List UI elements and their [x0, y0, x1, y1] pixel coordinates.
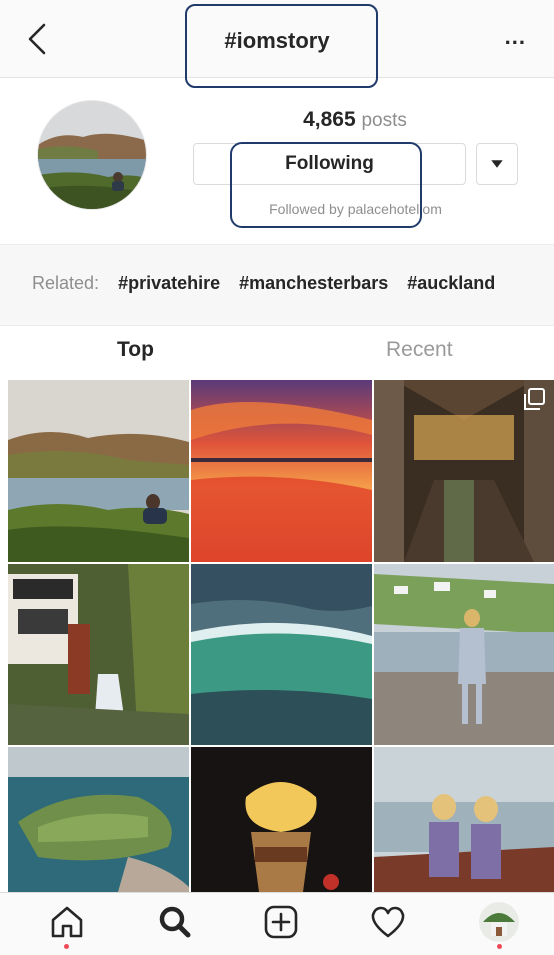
related-label: Related: — [32, 273, 100, 293]
caret-down-icon — [491, 160, 503, 168]
activity-heart-icon[interactable] — [368, 902, 408, 942]
grid-post-island-aerial[interactable] — [8, 747, 189, 892]
grid-post-swimmers[interactable] — [374, 747, 554, 892]
notification-dot — [497, 944, 502, 949]
grid-post-waterwheel[interactable] — [8, 564, 189, 745]
grid-post-barn-dinner[interactable] — [374, 380, 554, 562]
post-grid — [8, 380, 554, 892]
home-icon[interactable] — [47, 902, 87, 942]
grid-post-dessert[interactable] — [191, 747, 372, 892]
follow-dropdown-button[interactable] — [476, 143, 518, 185]
grid-post-sunset[interactable] — [191, 380, 372, 562]
highlight-box-following — [230, 142, 422, 228]
related-tag[interactable]: #manchesterbars — [239, 273, 388, 293]
grid-post-wave[interactable] — [191, 564, 372, 745]
tab-recent[interactable]: Recent — [386, 338, 453, 362]
highlight-box-title — [185, 4, 378, 88]
posts-count: 4,865 posts — [190, 108, 520, 132]
related-hashtags-bar: Related: #privatehire #manchesterbars #a… — [0, 244, 554, 326]
new-post-icon[interactable] — [261, 902, 301, 942]
related-tag[interactable]: #privatehire — [118, 273, 220, 293]
profile-avatar[interactable] — [479, 902, 519, 942]
tab-top[interactable]: Top — [117, 338, 154, 362]
posts-label: posts — [361, 110, 407, 131]
bottom-navigation — [0, 892, 554, 955]
multiple-photos-icon — [524, 388, 545, 410]
posts-number: 4,865 — [303, 108, 356, 131]
more-options-icon[interactable]: ... — [505, 26, 526, 48]
related-tag[interactable]: #auckland — [407, 273, 495, 293]
grid-post-coast-woman[interactable] — [8, 380, 189, 562]
search-icon[interactable] — [155, 902, 195, 942]
grid-post-beach-woman[interactable] — [374, 564, 554, 745]
notification-dot — [64, 944, 69, 949]
hashtag-avatar — [37, 100, 147, 210]
